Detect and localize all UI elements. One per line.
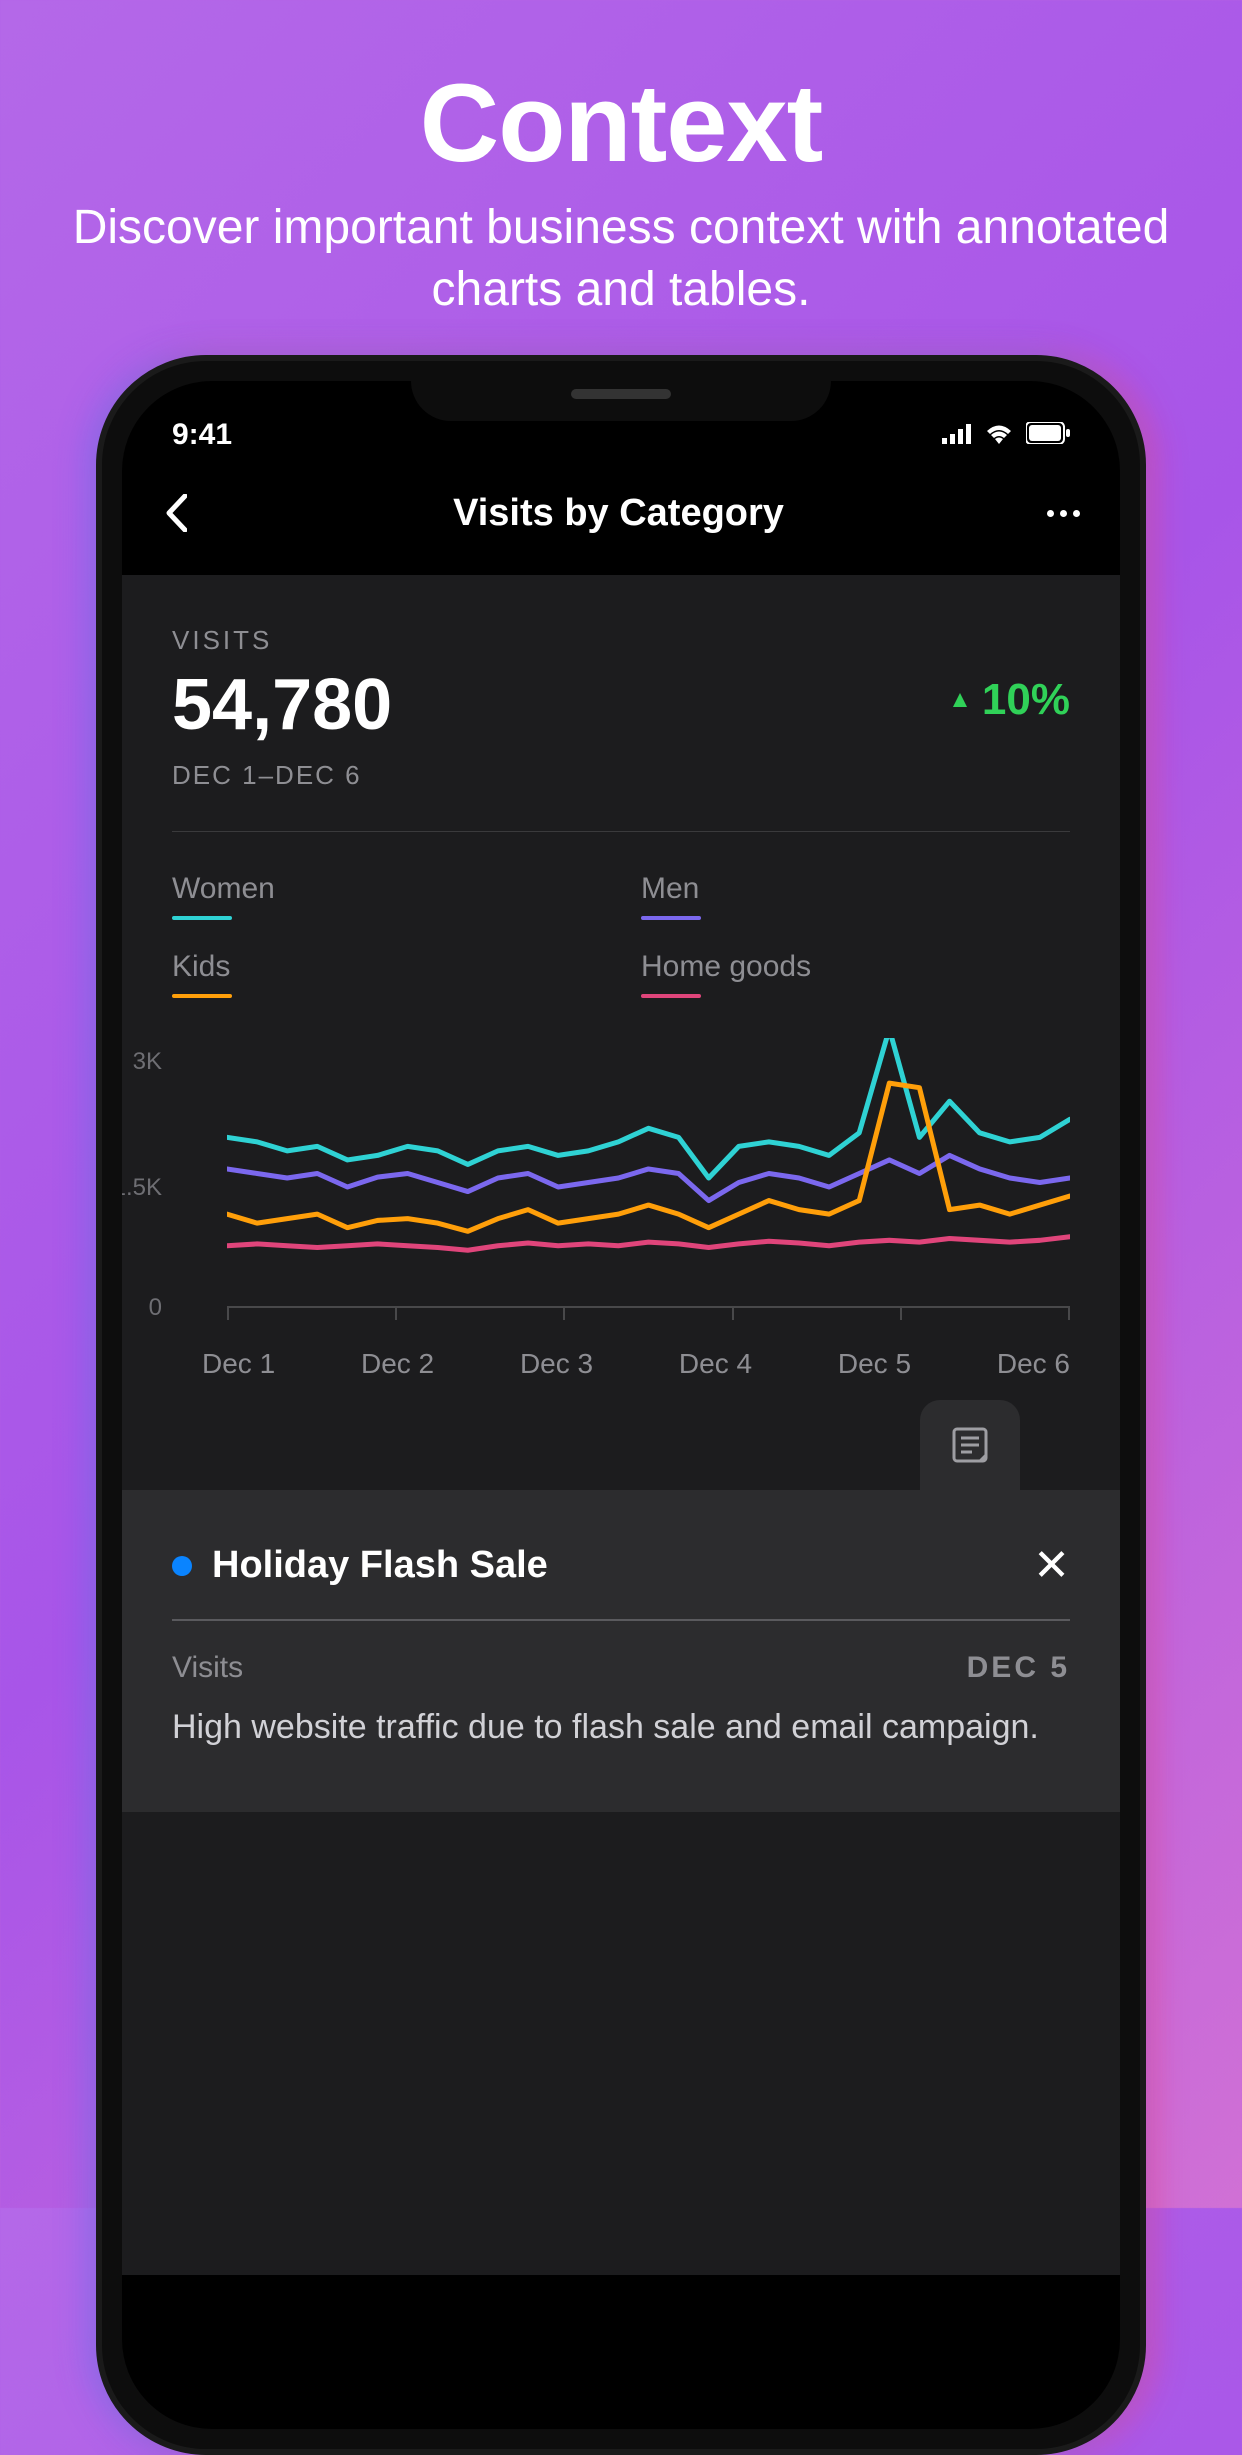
battery-icon: [1026, 418, 1070, 452]
phone-notch: [411, 361, 831, 421]
back-button[interactable]: [162, 491, 190, 535]
annotation-panel: Holiday Flash Sale ✕ Visits DEC 5 High w…: [122, 1490, 1120, 1812]
y-tick-label: 0: [149, 1294, 162, 1322]
metric-date-range: DEC 1–DEC 6: [172, 760, 392, 791]
note-icon: [948, 1423, 992, 1467]
annotation-meta: Visits DEC 5: [172, 1651, 1070, 1685]
phone-frame: 9:41 Visits by Category: [96, 355, 1146, 2455]
x-tick-label: Dec 3: [520, 1348, 593, 1380]
legend-label: Home goods: [641, 950, 1070, 984]
legend-swatch: [641, 916, 701, 920]
x-tick: [732, 1308, 734, 1320]
marketing-title: Context: [60, 60, 1182, 187]
metric-change: ▲ 10%: [948, 675, 1070, 725]
metric-label: VISITS: [172, 625, 392, 656]
legend-label: Women: [172, 872, 601, 906]
annotation-dot-icon: [172, 1556, 192, 1576]
x-tick: [395, 1308, 397, 1320]
legend-label: Kids: [172, 950, 601, 984]
chart-series-line: [227, 1237, 1070, 1251]
close-button[interactable]: ✕: [1033, 1540, 1070, 1591]
marketing-subtitle: Discover important business context with…: [60, 197, 1182, 322]
y-tick-label: 3K: [133, 1048, 162, 1076]
legend-item[interactable]: Kids: [172, 950, 601, 998]
x-tick: [1068, 1308, 1070, 1320]
x-tick: [227, 1308, 229, 1320]
annotation-title: Holiday Flash Sale: [212, 1544, 548, 1587]
legend-label: Men: [641, 872, 1070, 906]
x-tick-label: Dec 5: [838, 1348, 911, 1380]
line-chart[interactable]: 3K 1.5K 0: [172, 1038, 1070, 1338]
annotation-date: DEC 5: [967, 1651, 1070, 1685]
legend-swatch: [172, 916, 232, 920]
wifi-icon: [984, 418, 1014, 452]
annotation-metric-label: Visits: [172, 1651, 243, 1685]
nav-bar: Visits by Category: [122, 461, 1120, 575]
page-title: Visits by Category: [453, 492, 784, 535]
x-axis-labels: Dec 1 Dec 2 Dec 3 Dec 4 Dec 5 Dec 6: [172, 1348, 1070, 1380]
chart-plot-area: [227, 1038, 1070, 1309]
marketing-header: Context Discover important business cont…: [0, 0, 1242, 362]
status-time: 9:41: [172, 418, 232, 452]
annotation-header: Holiday Flash Sale ✕: [172, 1540, 1070, 1621]
legend-item[interactable]: Home goods: [641, 950, 1070, 998]
legend-item[interactable]: Men: [641, 872, 1070, 920]
x-tick-label: Dec 2: [361, 1348, 434, 1380]
x-tick: [900, 1308, 902, 1320]
chart-legend: Women Men Kids Home goods: [172, 832, 1070, 1028]
x-ticks: [227, 1308, 1070, 1320]
content-area: VISITS 54,780 DEC 1–DEC 6 ▲ 10% Women Men…: [122, 575, 1120, 2275]
x-tick: [563, 1308, 565, 1320]
legend-item[interactable]: Women: [172, 872, 601, 920]
cellular-icon: [942, 418, 972, 452]
metric-value: 54,780: [172, 664, 392, 746]
annotation-title-row: Holiday Flash Sale: [172, 1544, 548, 1587]
metric-change-value: 10%: [982, 675, 1070, 725]
metric-summary: VISITS 54,780 DEC 1–DEC 6 ▲ 10%: [172, 625, 1070, 832]
annotation-toggle-button[interactable]: [920, 1400, 1020, 1490]
legend-swatch: [641, 994, 701, 998]
y-tick-label: 1.5K: [122, 1174, 162, 1202]
x-tick-label: Dec 6: [997, 1348, 1070, 1380]
metric-left: VISITS 54,780 DEC 1–DEC 6: [172, 625, 392, 791]
annotation-body: High website traffic due to flash sale a…: [172, 1703, 1070, 1752]
more-button[interactable]: [1047, 510, 1080, 517]
status-indicators: [942, 418, 1070, 452]
x-tick-label: Dec 4: [679, 1348, 752, 1380]
x-tick-label: Dec 1: [202, 1348, 275, 1380]
up-arrow-icon: ▲: [948, 686, 972, 714]
legend-swatch: [172, 994, 232, 998]
phone-screen: 9:41 Visits by Category: [122, 381, 1120, 2429]
